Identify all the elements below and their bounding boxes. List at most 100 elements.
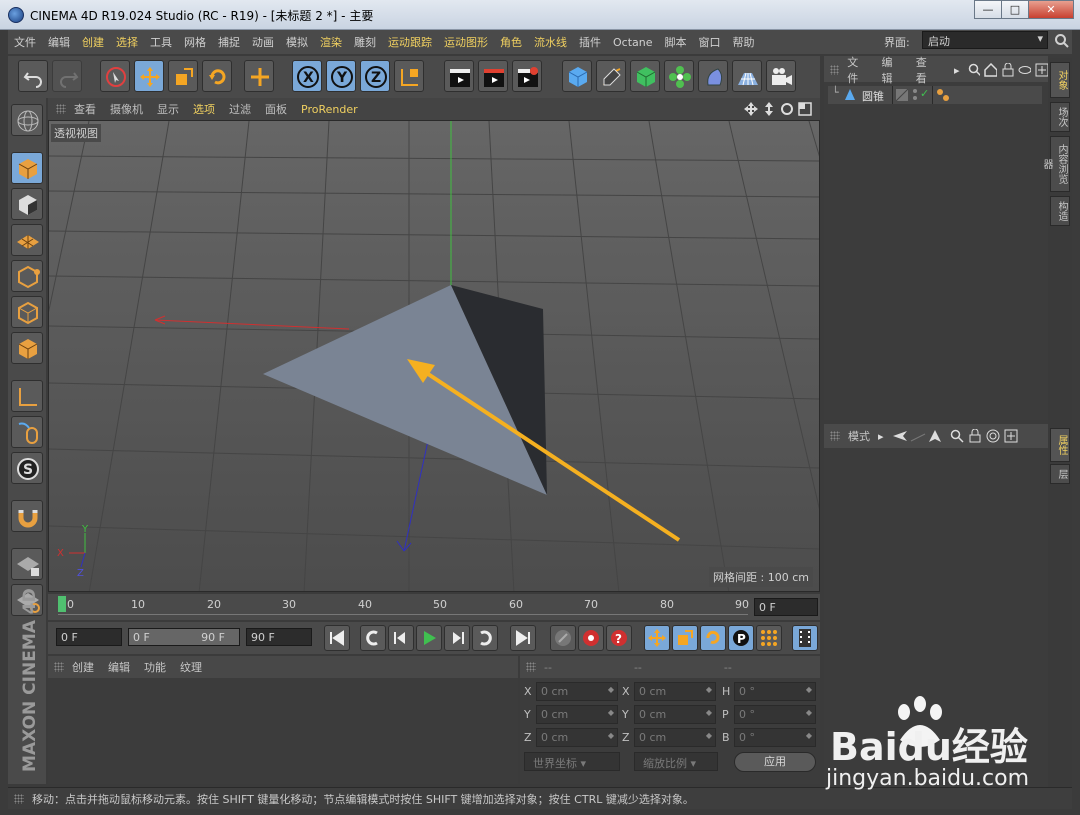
go-to-start-button[interactable] (324, 625, 350, 651)
menu-character[interactable]: 角色 (500, 34, 522, 50)
world-coords-select[interactable]: 世界坐标 ▾ (524, 752, 620, 771)
search-icon[interactable] (950, 429, 964, 443)
viewport-canvas[interactable]: Y X Z (49, 121, 820, 592)
mat-menu-texture[interactable]: 纹理 (180, 659, 202, 675)
render-view-button[interactable] (444, 60, 474, 92)
lock-icon[interactable] (1001, 63, 1014, 77)
menu-file[interactable]: 文件 (14, 34, 36, 50)
lock-icon[interactable] (968, 429, 982, 443)
end-frame-field[interactable]: 90 F (246, 628, 312, 646)
nurbs-button[interactable] (630, 60, 660, 92)
forward-arrow-icon[interactable] (910, 429, 926, 443)
array-mograph-button[interactable] (664, 60, 694, 92)
zoom-view-icon[interactable] (762, 102, 776, 116)
key-rotation-button[interactable] (700, 625, 726, 651)
layer-icon[interactable] (896, 89, 908, 101)
render-picture-viewer-button[interactable] (478, 60, 508, 92)
key-parameter-button[interactable]: P (728, 625, 754, 651)
size-y-field[interactable]: 0 cm ◆ (634, 705, 716, 724)
target-icon[interactable] (986, 429, 1000, 443)
phong-tag-icon[interactable] (936, 88, 950, 102)
vp-menu-view[interactable]: 查看 (74, 101, 96, 117)
back-arrow-icon[interactable] (892, 429, 908, 443)
search-icon[interactable] (968, 63, 981, 77)
current-frame-field[interactable]: 0 F (754, 598, 818, 616)
texture-mode-button[interactable] (11, 188, 43, 220)
tab-attributes[interactable]: 属性 (1050, 428, 1070, 462)
attr-mode-menu[interactable]: 模式 (848, 428, 870, 444)
menu-select[interactable]: 选择 (116, 34, 138, 50)
size-x-field[interactable]: 0 cm ◆ (634, 682, 716, 701)
playhead[interactable] (58, 596, 66, 612)
cube-object-button[interactable] (562, 60, 592, 92)
vp-menu-options[interactable]: 选项 (193, 101, 215, 117)
menu-octane[interactable]: Octane (613, 36, 653, 49)
maximize-button[interactable]: □ (1001, 0, 1029, 19)
timeline-window-button[interactable] (792, 625, 818, 651)
make-editable-button[interactable] (11, 104, 43, 136)
keyframe-selection-button[interactable]: ? (606, 625, 632, 651)
vp-menu-filter[interactable]: 过滤 (229, 101, 251, 117)
transform-tool-button[interactable] (244, 60, 274, 92)
obj-menu-edit[interactable]: 编辑 (881, 54, 901, 86)
mat-menu-edit[interactable]: 编辑 (108, 659, 130, 675)
start-frame-field[interactable]: 0 F (56, 628, 122, 646)
scale-tool-button[interactable] (168, 60, 198, 92)
live-select-button[interactable] (100, 60, 130, 92)
obj-menu-file[interactable]: 文件 (847, 54, 867, 86)
menu-motion-tracking[interactable]: 运动跟踪 (388, 34, 432, 50)
menu-snap[interactable]: 捕捉 (218, 34, 240, 50)
key-scale-button[interactable] (672, 625, 698, 651)
apply-button[interactable]: 应用 (734, 752, 816, 772)
home-icon[interactable] (984, 63, 998, 77)
tab-content-browser[interactable]: 内容浏览器 (1041, 136, 1070, 192)
tab-takes[interactable]: 场次 (1050, 102, 1070, 132)
key-position-button[interactable] (644, 625, 670, 651)
perspective-viewport[interactable]: Y X Z 透视视图 网格间距 : 100 cm (48, 120, 820, 592)
undo-button[interactable] (18, 60, 48, 92)
play-button[interactable] (416, 625, 442, 651)
layout-select[interactable]: 启动 ▾ (922, 31, 1048, 49)
axis-mode-button[interactable] (11, 380, 43, 412)
edges-mode-button[interactable] (11, 296, 43, 328)
vp-menu-panel[interactable]: 面板 (265, 101, 287, 117)
mat-menu-create[interactable]: 创建 (72, 659, 94, 675)
go-to-end-button[interactable] (510, 625, 536, 651)
tab-objects[interactable]: 对象 (1050, 62, 1070, 98)
snap-button[interactable]: S (11, 452, 43, 484)
x-axis-lock-button[interactable]: X (292, 60, 322, 92)
rot-p-field[interactable]: 0 ° ◆ (734, 705, 816, 724)
new-window-icon[interactable] (1035, 63, 1048, 77)
next-key-button[interactable] (472, 625, 498, 651)
object-row-cone[interactable]: └ 圆锥 ✓ (828, 86, 1042, 104)
range-slider[interactable]: 0 F 90 F (128, 628, 240, 646)
scale-mode-select[interactable]: 缩放比例 ▾ (634, 752, 718, 771)
menu-mograph[interactable]: 运动图形 (444, 34, 488, 50)
tab-layers[interactable]: 层 (1050, 464, 1070, 484)
size-z-field[interactable]: 0 cm ◆ (634, 728, 716, 747)
search-icon[interactable] (1054, 33, 1070, 49)
previous-key-button[interactable] (360, 625, 386, 651)
new-window-icon[interactable] (1004, 429, 1018, 443)
timeline[interactable]: 0 10 20 30 40 50 60 70 80 90 0 F (48, 594, 820, 620)
menu-animate[interactable]: 动画 (252, 34, 274, 50)
visibility-dots-icon[interactable] (910, 88, 920, 102)
menu-render[interactable]: 渲染 (320, 34, 342, 50)
move-tool-button[interactable] (134, 60, 164, 92)
pan-view-icon[interactable] (744, 102, 758, 116)
maximize-view-icon[interactable] (798, 102, 812, 116)
pos-z-field[interactable]: 0 cm ◆ (536, 728, 618, 747)
previous-frame-button[interactable] (388, 625, 414, 651)
menu-pipeline[interactable]: 流水线 (534, 34, 567, 50)
rot-b-field[interactable]: 0 ° ◆ (734, 728, 816, 747)
mat-menu-function[interactable]: 功能 (144, 659, 166, 675)
menu-mesh[interactable]: 网格 (184, 34, 206, 50)
vp-menu-camera[interactable]: 摄像机 (110, 101, 143, 117)
coordinate-system-button[interactable] (394, 60, 424, 92)
menu-sculpt[interactable]: 雕刻 (354, 34, 376, 50)
pos-y-field[interactable]: 0 cm ◆ (536, 705, 618, 724)
menu-script[interactable]: 脚本 (665, 34, 687, 50)
camera-button[interactable] (766, 60, 796, 92)
render-settings-button[interactable] (512, 60, 542, 92)
menu-help[interactable]: 帮助 (733, 34, 755, 50)
